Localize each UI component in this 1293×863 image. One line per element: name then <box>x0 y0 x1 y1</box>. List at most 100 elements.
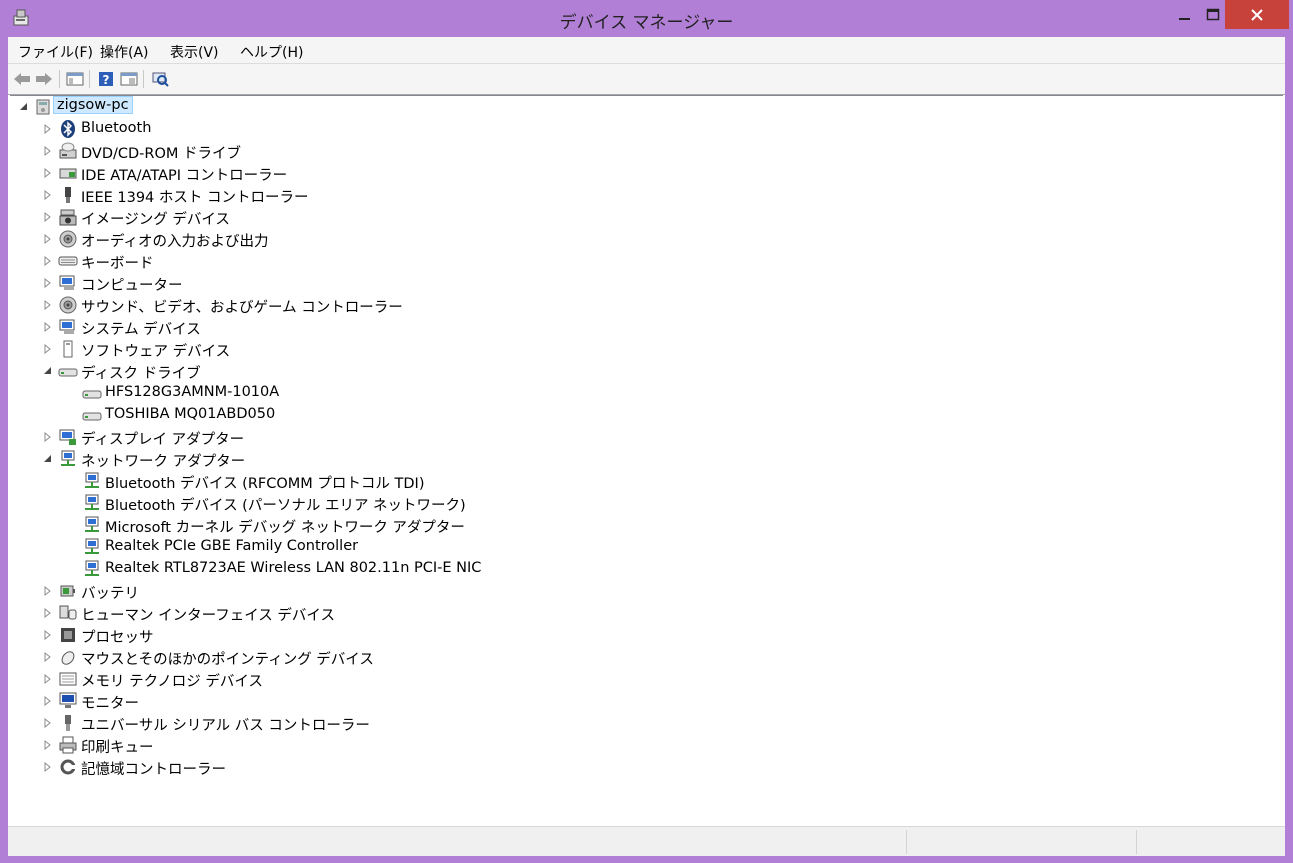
collapsed-arrow-icon[interactable] <box>43 299 53 311</box>
menu-file[interactable]: ファイル(F) <box>18 42 93 62</box>
collapsed-arrow-icon[interactable] <box>43 673 53 685</box>
tree-child-node[interactable]: Bluetooth デバイス (パーソナル エリア ネットワーク) <box>10 492 1280 514</box>
menu-help[interactable]: ヘルプ(H) <box>240 42 303 62</box>
collapsed-arrow-icon[interactable] <box>43 431 53 443</box>
tree-node-label: サウンド、ビデオ、およびゲーム コントローラー <box>81 300 403 316</box>
collapsed-arrow-icon[interactable] <box>43 343 53 355</box>
tree-category-node[interactable]: システム デバイス <box>10 316 1280 338</box>
tree-category-node[interactable]: IDE ATA/ATAPI コントローラー <box>10 162 1280 184</box>
collapsed-arrow-icon[interactable] <box>43 277 53 289</box>
tree-node-label: IEEE 1394 ホスト コントローラー <box>81 190 309 206</box>
close-button[interactable] <box>1225 0 1289 29</box>
tree-category-node[interactable]: ヒューマン インターフェイス デバイス <box>10 602 1280 624</box>
printer-icon <box>58 735 78 755</box>
expanded-arrow-icon[interactable] <box>19 101 29 113</box>
tree-category-node[interactable]: IEEE 1394 ホスト コントローラー <box>10 184 1280 206</box>
properties-icon <box>120 72 138 86</box>
scan-hardware-icon <box>152 72 169 87</box>
collapsed-arrow-icon[interactable] <box>43 695 53 707</box>
tree-category-node[interactable]: DVD/CD-ROM ドライブ <box>10 140 1280 162</box>
tree-node-label: システム デバイス <box>81 322 201 338</box>
tree-node-label: IDE ATA/ATAPI コントローラー <box>81 168 288 184</box>
tree-category-node[interactable]: マウスとそのほかのポインティング デバイス <box>10 646 1280 668</box>
tree-category-node[interactable]: ユニバーサル シリアル バス コントローラー <box>10 712 1280 734</box>
collapsed-arrow-icon[interactable] <box>43 607 53 619</box>
tree-category-node[interactable]: モニター <box>10 690 1280 712</box>
collapsed-arrow-icon[interactable] <box>43 211 53 223</box>
collapsed-arrow-icon[interactable] <box>43 255 53 267</box>
menu-bar: ファイル(F) 操作(A) 表示(V) ヘルプ(H) <box>8 37 1285 64</box>
tree-child-node[interactable]: TOSHIBA MQ01ABD050 <box>10 404 1280 426</box>
tree-category-node[interactable]: メモリ テクノロジ デバイス <box>10 668 1280 690</box>
tree-child-node[interactable]: Bluetooth デバイス (RFCOMM プロトコル TDI) <box>10 470 1280 492</box>
tree-node-label: HFS128G3AMNM-1010A <box>105 384 280 400</box>
tree-node-label: ディスプレイ アダプター <box>81 432 245 448</box>
battery-icon <box>58 581 78 601</box>
tree-node-label: Bluetooth デバイス (パーソナル エリア ネットワーク) <box>105 498 466 514</box>
menu-action[interactable]: 操作(A) <box>100 42 149 62</box>
tree-category-node[interactable]: 印刷キュー <box>10 734 1280 756</box>
tree-category-node[interactable]: バッテリ <box>10 580 1280 602</box>
collapsed-arrow-icon[interactable] <box>43 629 53 641</box>
tree-node-label: バッテリ <box>81 586 139 602</box>
tree-root-node[interactable]: zigsow-pc <box>10 96 1280 118</box>
menu-view[interactable]: 表示(V) <box>170 42 219 62</box>
storage-controller-icon <box>58 757 78 777</box>
collapsed-arrow-icon[interactable] <box>43 321 53 333</box>
tree-category-node[interactable]: Bluetooth <box>10 118 1280 140</box>
collapsed-arrow-icon[interactable] <box>43 651 53 663</box>
back-button[interactable] <box>12 69 32 89</box>
collapsed-arrow-icon[interactable] <box>43 167 53 179</box>
collapsed-arrow-icon[interactable] <box>43 145 53 157</box>
tree-category-node[interactable]: ディスク ドライブ <box>10 360 1280 382</box>
ide-controller-icon <box>58 163 78 183</box>
collapsed-arrow-icon[interactable] <box>43 189 53 201</box>
tree-category-node[interactable]: オーディオの入力および出力 <box>10 228 1280 250</box>
mouse-icon <box>58 647 78 667</box>
show-hide-console-tree-button[interactable] <box>65 69 85 89</box>
tree-node-label: 記憶域コントローラー <box>81 762 226 778</box>
tree-child-node[interactable]: Realtek RTL8723AE Wireless LAN 802.11n P… <box>10 558 1280 580</box>
computer-icon <box>58 273 78 293</box>
tree-node-label: ソフトウェア デバイス <box>81 344 231 360</box>
help-button[interactable]: ? <box>96 69 116 89</box>
tree-category-node[interactable]: ディスプレイ アダプター <box>10 426 1280 448</box>
collapsed-arrow-icon[interactable] <box>43 585 53 597</box>
expanded-arrow-icon[interactable] <box>43 365 53 377</box>
status-separator <box>1136 830 1137 854</box>
tree-category-node[interactable]: イメージング デバイス <box>10 206 1280 228</box>
monitor-icon <box>58 691 78 711</box>
tree-node-label: プロセッサ <box>81 630 154 646</box>
tree-node-label: Bluetooth デバイス (RFCOMM プロトコル TDI) <box>105 476 425 492</box>
help-icon: ? <box>99 72 113 87</box>
tree-category-node[interactable]: ソフトウェア デバイス <box>10 338 1280 360</box>
toolbar-separator <box>59 70 60 88</box>
expanded-arrow-icon[interactable] <box>43 453 53 465</box>
tree-child-node[interactable]: Microsoft カーネル デバッグ ネットワーク アダプター <box>10 514 1280 536</box>
device-tree[interactable]: zigsow-pc Bluetooth DVD/CD-ROM ドライブ IDE ATA… <box>10 95 1283 824</box>
collapsed-arrow-icon[interactable] <box>43 717 53 729</box>
tree-category-node[interactable]: ネットワーク アダプター <box>10 448 1280 470</box>
collapsed-arrow-icon[interactable] <box>43 233 53 245</box>
tree-child-node[interactable]: Realtek PCIe GBE Family Controller <box>10 536 1280 558</box>
ieee1394-icon <box>58 185 78 205</box>
scan-hardware-button[interactable] <box>150 69 170 89</box>
tree-node-label: ヒューマン インターフェイス デバイス <box>81 608 335 624</box>
forward-button[interactable] <box>34 69 54 89</box>
tree-category-node[interactable]: コンピューター <box>10 272 1280 294</box>
collapsed-arrow-icon[interactable] <box>43 123 53 135</box>
collapsed-arrow-icon[interactable] <box>43 739 53 751</box>
tree-child-node[interactable]: HFS128G3AMNM-1010A <box>10 382 1280 404</box>
collapsed-arrow-icon[interactable] <box>43 761 53 773</box>
tree-category-node[interactable]: プロセッサ <box>10 624 1280 646</box>
tree-category-node[interactable]: 記憶域コントローラー <box>10 756 1280 778</box>
tree-node-label: ディスク ドライブ <box>81 366 201 382</box>
tree-category-node[interactable]: キーボード <box>10 250 1280 272</box>
tree-category-node[interactable]: サウンド、ビデオ、およびゲーム コントローラー <box>10 294 1280 316</box>
tree-node-label: DVD/CD-ROM ドライブ <box>81 146 242 162</box>
properties-button[interactable] <box>119 69 139 89</box>
title-bar: デバイス マネージャー <box>0 0 1293 37</box>
speaker-icon <box>58 229 78 249</box>
window-client: ファイル(F) 操作(A) 表示(V) ヘルプ(H) ? zigsow-pc Bl… <box>8 37 1285 856</box>
forward-arrow-icon <box>36 73 52 85</box>
